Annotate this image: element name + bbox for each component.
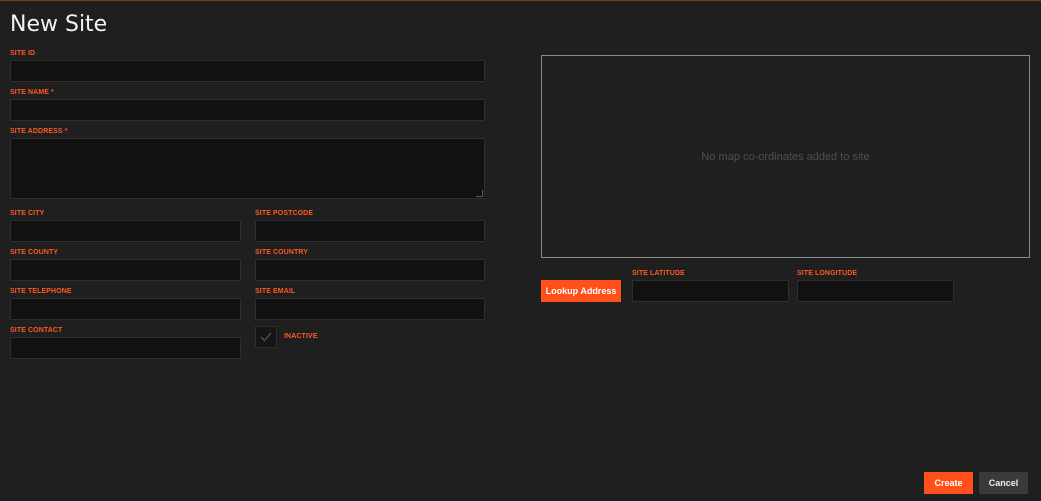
site-email-input[interactable] — [255, 298, 485, 320]
map-empty-message: No map co-ordinates added to site — [701, 151, 870, 163]
site-latitude-label: SITE LATITUDE — [632, 270, 685, 277]
site-postcode-label: SITE POSTCODE — [255, 210, 314, 217]
site-longitude-label: SITE LONGITUDE — [797, 270, 858, 277]
site-latitude-input[interactable] — [632, 280, 789, 302]
site-email-label: SITE EMAIL — [255, 288, 296, 295]
top-accent-rule — [0, 0, 1041, 1]
page-title: New Site — [10, 12, 108, 37]
site-postcode-input[interactable] — [255, 220, 485, 242]
site-address-label: SITE ADDRESS * — [10, 128, 68, 135]
site-telephone-label: SITE TELEPHONE — [10, 288, 72, 295]
inactive-label: INACTIVE — [284, 333, 318, 340]
site-longitude-input[interactable] — [797, 280, 954, 302]
site-id-input[interactable] — [10, 60, 485, 82]
map-panel[interactable]: No map co-ordinates added to site — [541, 55, 1030, 258]
site-contact-input[interactable] — [10, 337, 241, 359]
site-name-input[interactable] — [10, 99, 485, 121]
lookup-address-button[interactable]: Lookup Address — [541, 280, 621, 302]
site-county-label: SITE COUNTY — [10, 249, 59, 256]
site-address-textarea[interactable] — [10, 138, 485, 199]
site-name-label: SITE NAME * — [10, 89, 54, 96]
site-id-label: SITE ID — [10, 50, 36, 57]
inactive-checkbox[interactable] — [255, 326, 277, 348]
site-county-input[interactable] — [10, 259, 241, 281]
site-telephone-input[interactable] — [10, 298, 241, 320]
site-city-label: SITE CITY — [10, 210, 45, 217]
resize-grip-icon[interactable] — [476, 190, 483, 197]
checkmark-icon — [260, 332, 272, 342]
site-country-input[interactable] — [255, 259, 485, 281]
site-country-label: SITE COUNTRY — [255, 249, 309, 256]
site-city-input[interactable] — [10, 220, 241, 242]
site-contact-label: SITE CONTACT — [10, 327, 63, 334]
cancel-button[interactable]: Cancel — [979, 472, 1028, 494]
create-button[interactable]: Create — [924, 472, 973, 494]
